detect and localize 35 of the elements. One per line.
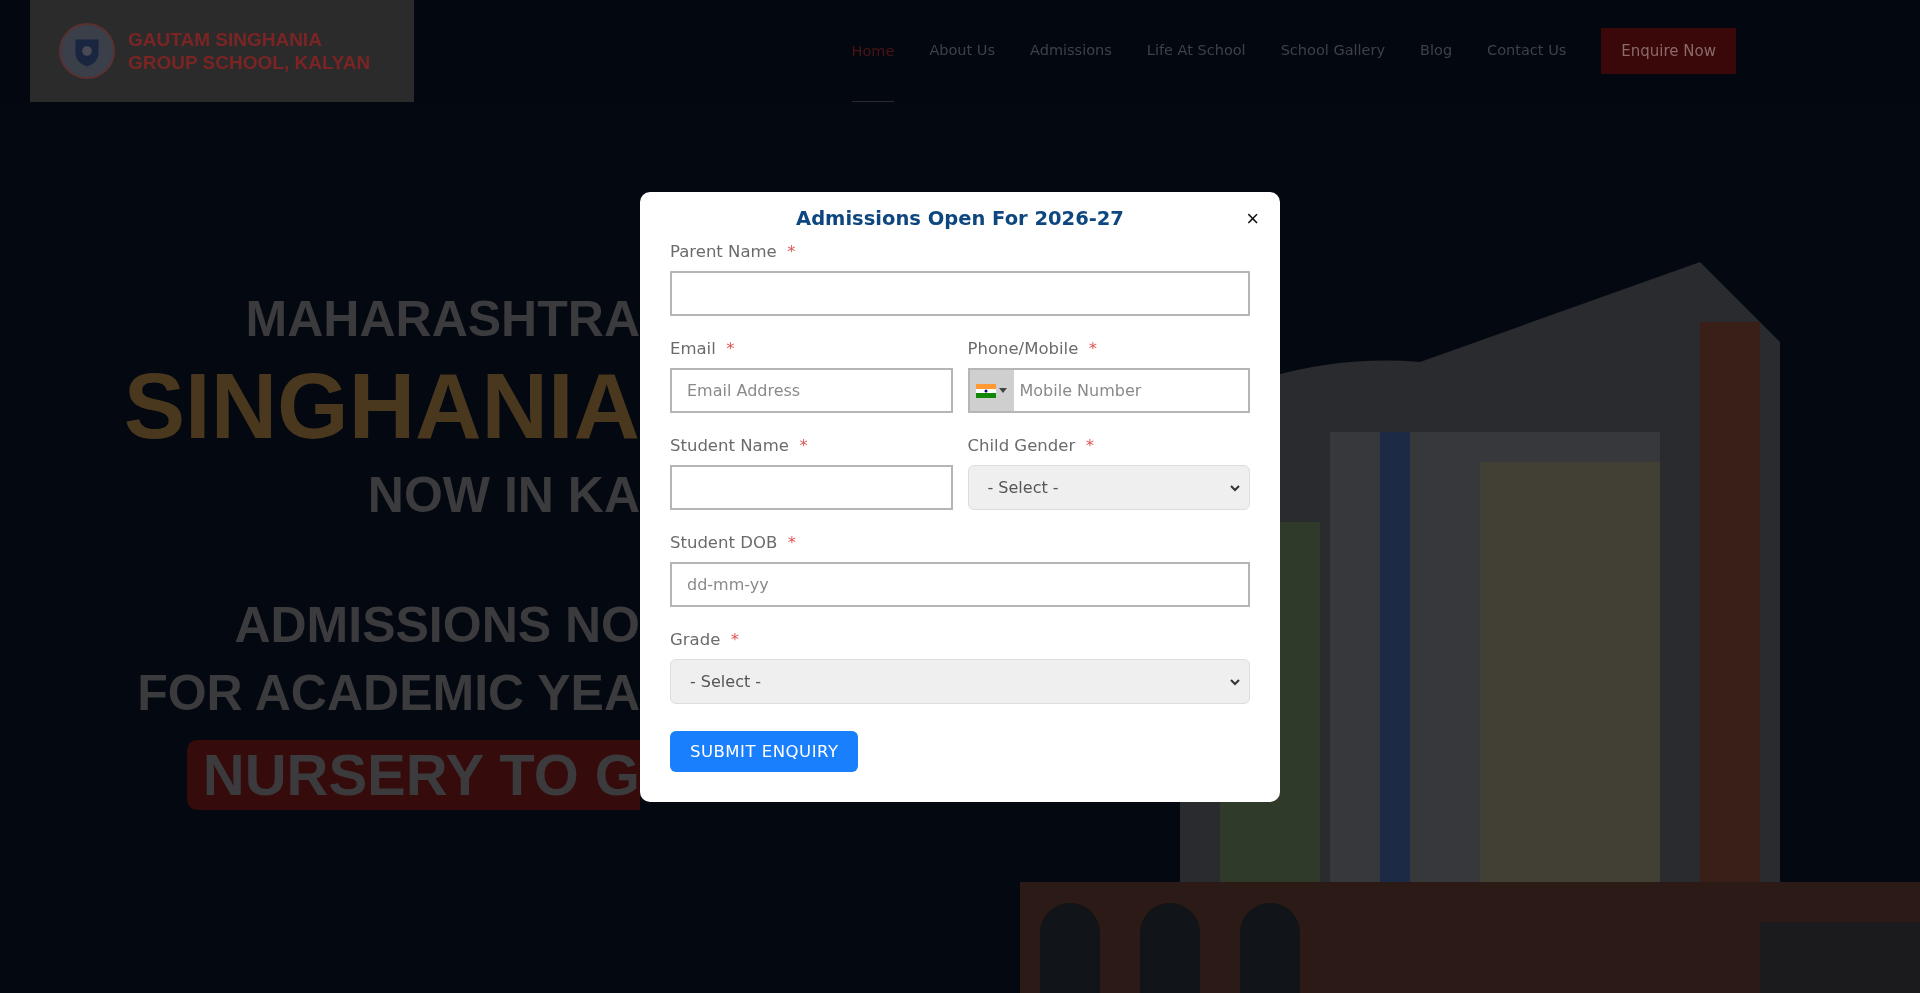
nav-link[interactable]: Life At School [1146, 0, 1246, 102]
nav-link[interactable]: Admissions [1030, 0, 1112, 102]
field-label: Phone/Mobile * [967, 339, 1099, 358]
nav-link[interactable]: Blog [1420, 0, 1453, 102]
chevron-down-icon [1229, 677, 1241, 686]
field-label: Student DOB * [670, 533, 797, 552]
text-field[interactable]: Email Address [670, 368, 953, 413]
field-label: Student Name * [670, 436, 809, 455]
text-field[interactable] [670, 465, 953, 510]
text-field[interactable] [670, 271, 1250, 316]
chevron-down-icon [1229, 483, 1241, 492]
field-label: Parent Name * [670, 242, 797, 261]
select-dropdown[interactable]: - Select - [967, 465, 1250, 510]
school-name: GAUTAM SINGHANIA [128, 28, 323, 51]
close-button[interactable]: × [1246, 208, 1259, 230]
nav-link[interactable]: School Gallery [1280, 0, 1386, 102]
school-name: GROUP SCHOOL, KALYAN [128, 51, 371, 74]
field-label: Email * [670, 339, 736, 358]
text-field[interactable]: dd-mm-yy [670, 562, 1250, 607]
country-picker[interactable] [969, 370, 1014, 411]
enquire-button[interactable]: Enquire Now [1601, 28, 1736, 74]
logo-panel[interactable]: GAUTAM SINGHANIA GROUP SCHOOL, KALYAN [30, 0, 414, 102]
nav-link[interactable]: Contact Us [1487, 0, 1567, 102]
hero-heading: SINGHANIA [123, 360, 640, 452]
phone-field[interactable]: Mobile Number [967, 368, 1250, 413]
nav-link[interactable]: Home [851, 0, 895, 102]
flag-icon [976, 383, 996, 398]
select-dropdown[interactable]: - Select - [670, 659, 1250, 704]
crest-icon [58, 22, 116, 80]
dialog-title: Admissions Open For 2026-27 [796, 206, 1124, 230]
nav-link[interactable]: About Us [929, 0, 996, 102]
field-label: Grade * [670, 630, 741, 649]
submit-button[interactable]: SUBMIT ENQUIRY [670, 731, 859, 772]
field-label: Child Gender * [967, 436, 1095, 455]
caret-icon [999, 388, 1007, 393]
